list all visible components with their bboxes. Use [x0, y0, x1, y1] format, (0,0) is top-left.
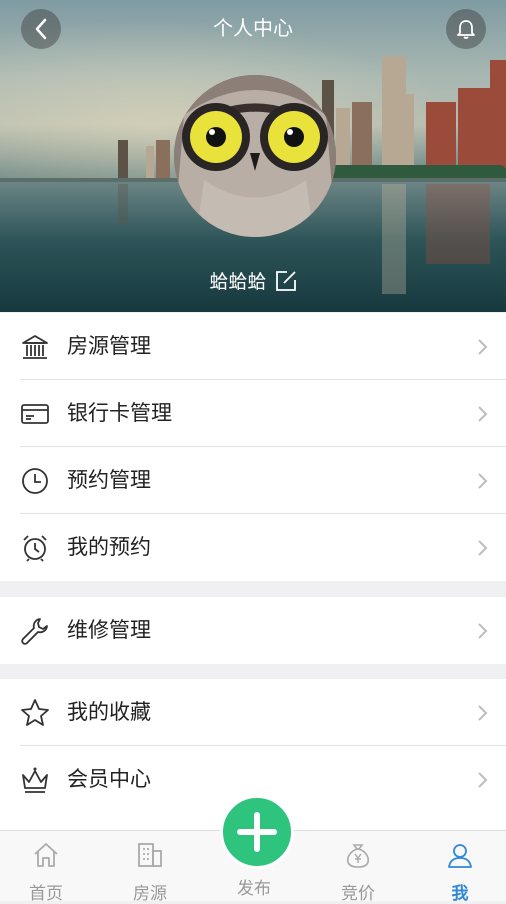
tab-label: 房源 — [133, 884, 167, 903]
avatar[interactable] — [174, 75, 336, 237]
bank-card-icon — [21, 404, 49, 424]
tab-label: 竞价 — [341, 884, 375, 903]
user-icon — [448, 844, 472, 868]
menu-label: 我的预约 — [67, 536, 151, 559]
plus-icon — [237, 812, 277, 852]
menu-item-my-appointments[interactable]: 我的预约 — [0, 514, 506, 581]
menu-item-my-favorites[interactable]: 我的收藏 — [0, 679, 506, 746]
owl-avatar-image — [174, 75, 336, 237]
menu-label: 会员中心 — [67, 768, 151, 791]
tab-listings[interactable]: 房源 — [110, 831, 190, 903]
star-icon — [21, 699, 49, 726]
building-icon — [22, 335, 48, 359]
menu-item-appointment-management[interactable]: 预约管理 — [0, 447, 506, 514]
clock-icon — [22, 468, 48, 494]
menu-item-bank-card-management[interactable]: 银行卡管理 — [0, 380, 506, 447]
menu-label: 维修管理 — [67, 619, 151, 642]
menu-item-listing-management[interactable]: 房源管理 — [0, 313, 506, 380]
menu-label: 银行卡管理 — [67, 402, 172, 425]
chevron-right-icon — [478, 339, 488, 355]
username-row: 蛤蛤蛤 — [0, 267, 506, 294]
tab-label: 我 — [451, 884, 469, 903]
tab-bidding[interactable]: 竞价 — [318, 831, 398, 903]
chevron-right-icon — [478, 473, 488, 489]
bell-icon — [457, 20, 475, 39]
chevron-right-icon — [478, 705, 488, 721]
home-icon — [34, 843, 58, 867]
buildings-icon — [138, 843, 162, 867]
crown-icon — [22, 767, 48, 793]
menu-label: 我的收藏 — [67, 701, 151, 724]
username: 蛤蛤蛤 — [209, 272, 267, 293]
menu-group-account: 房源管理 银行卡管理 预约管理 我的预约 — [0, 313, 506, 581]
menu-item-repair-management[interactable]: 维修管理 — [0, 597, 506, 664]
chevron-right-icon — [478, 623, 488, 639]
publish-label: 发布 — [237, 879, 271, 898]
chevron-right-icon — [478, 772, 488, 788]
menu-label: 预约管理 — [67, 469, 151, 492]
publish-button[interactable] — [220, 795, 294, 869]
money-bag-icon — [346, 844, 370, 868]
tab-me[interactable]: 我 — [420, 831, 500, 903]
page-title: 个人中心 — [213, 18, 293, 40]
tab-home[interactable]: 首页 — [6, 831, 86, 903]
tab-label: 首页 — [29, 884, 63, 903]
alarm-clock-icon — [23, 535, 47, 562]
chevron-right-icon — [478, 540, 488, 556]
chevron-right-icon — [478, 406, 488, 422]
notification-button[interactable] — [446, 9, 486, 49]
profile-header: 个人中心 蛤蛤蛤 — [0, 0, 506, 312]
menu-label: 房源管理 — [67, 335, 151, 358]
menu-group-maintenance: 维修管理 — [0, 597, 506, 664]
wrench-icon — [21, 618, 48, 645]
edit-icon[interactable] — [275, 270, 297, 292]
